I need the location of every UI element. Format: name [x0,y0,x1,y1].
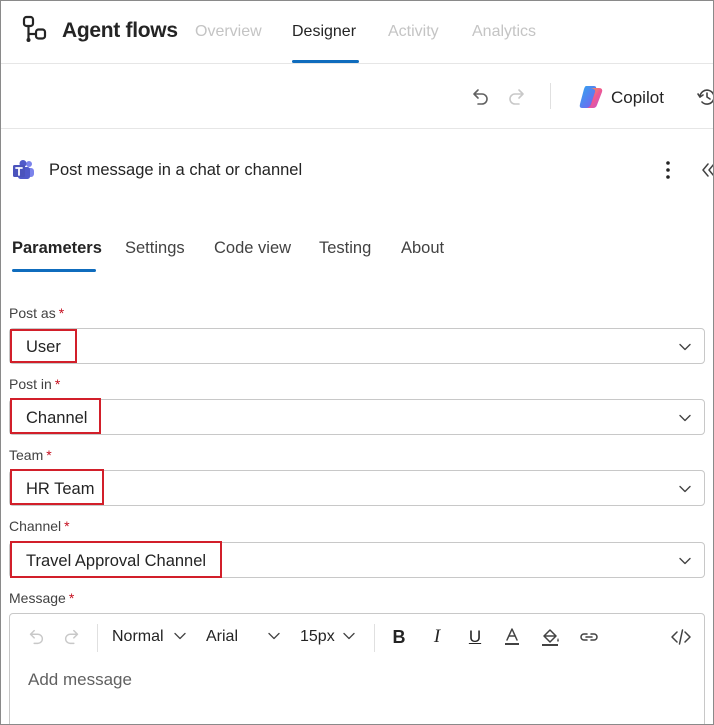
highlight-color-button[interactable] [538,624,562,650]
nav-tab-analytics[interactable]: Analytics [472,23,536,41]
action-title: Post message in a chat or channel [49,161,303,179]
font-dropdown[interactable]: Arial [206,628,281,646]
nav-tab-overview[interactable]: Overview [195,23,262,41]
history-button[interactable] [694,84,713,110]
code-view-button[interactable] [668,624,694,650]
message-label: Message * [9,590,74,606]
post-in-label-text: Post in [9,376,52,392]
chevron-down-icon [679,485,691,493]
undo-button[interactable] [467,84,493,110]
undo-icon [473,89,488,105]
post-as-dropdown[interactable]: User [9,328,705,364]
tab-about[interactable]: About [401,239,444,258]
copilot-button[interactable]: Copilot [611,88,664,108]
action-header: Post message in a chat or channel [1,129,714,219]
style-dropdown[interactable]: Normal [112,628,186,646]
redo-icon [64,629,79,645]
top-nav: Agent flows Overview Designer Activity A… [1,1,713,64]
font-color-icon [505,628,519,645]
editor-undo-button[interactable] [24,624,48,650]
team-label-text: Team [9,447,44,463]
app-title: Agent flows [62,19,178,42]
channel-label: Channel * [9,518,70,534]
required-mark: * [64,518,70,534]
highlight-box [10,469,104,505]
editor-divider [374,624,375,652]
bold-button[interactable]: B [388,624,410,650]
editor-divider [97,624,98,652]
style-value: Normal [112,628,164,645]
tab-parameters[interactable]: Parameters [12,239,102,258]
required-mark: * [68,590,75,606]
redo-icon [509,89,524,105]
chevron-down-icon [174,632,186,640]
history-icon [697,89,713,105]
highlight-box [10,541,222,578]
post-as-label: Post as * [9,305,64,321]
chevron-down-icon [343,632,355,640]
message-editor: Normal Arial 15px B I U Add message [9,613,705,724]
channel-label-text: Channel [9,518,62,534]
nav-tab-designer[interactable]: Designer [292,23,356,41]
undo-icon [29,629,44,645]
toolbar-divider [550,83,551,109]
font-color-button[interactable] [500,624,524,650]
designer-toolbar: Copilot [1,64,713,129]
insert-link-button[interactable] [576,624,602,650]
chevron-down-icon [679,414,691,422]
nav-tab-activity[interactable]: Activity [388,23,439,41]
app-window: Agent flows Overview Designer Activity A… [0,0,714,725]
team-label: Team * [9,447,52,463]
highlight-box [10,398,101,434]
flow-icon [22,15,47,42]
italic-button[interactable]: I [426,624,448,650]
tab-active-indicator [12,269,96,272]
tab-settings[interactable]: Settings [125,239,185,258]
font-value: Arial [206,628,239,645]
tab-code-view[interactable]: Code view [214,239,291,258]
more-options-icon[interactable] [661,159,675,181]
paint-bucket-icon [542,629,559,646]
teams-icon [13,160,34,179]
required-mark: * [54,376,61,392]
editor-redo-button[interactable] [60,624,84,650]
post-as-label-text: Post as [9,305,56,321]
link-icon [580,633,598,641]
redo-button[interactable] [504,84,530,110]
underline-button[interactable]: U [464,624,486,650]
message-label-text: Message [9,590,66,606]
chevron-down-icon [268,632,281,640]
code-icon [671,629,691,645]
highlight-box [10,329,77,363]
nav-active-indicator [292,60,359,63]
size-value: 15px [300,628,335,645]
post-in-dropdown[interactable]: Channel [9,399,705,435]
team-dropdown[interactable]: HR Team [9,470,705,506]
chevron-down-icon [679,557,691,565]
chevron-down-icon [679,343,691,351]
post-in-label: Post in * [9,376,60,392]
collapse-panel-icon[interactable] [699,159,714,181]
required-mark: * [46,447,52,463]
message-input[interactable]: Add message [28,670,132,690]
copilot-icon[interactable] [577,84,605,110]
size-dropdown[interactable]: 15px [300,628,355,646]
required-mark: * [58,305,65,321]
tab-testing[interactable]: Testing [319,239,371,258]
